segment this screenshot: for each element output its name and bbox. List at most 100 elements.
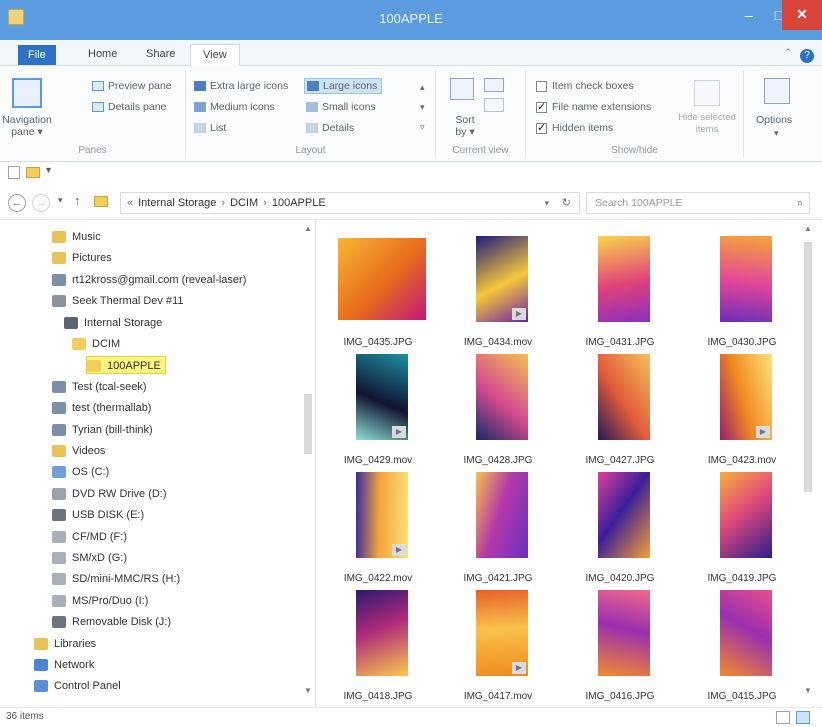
nav-item-label: MS/Pro/Duo (I:) [72, 594, 149, 607]
file-tile[interactable]: IMG_0428.JPG [438, 348, 558, 466]
search-icon[interactable]: ⌕ [797, 193, 803, 213]
item-check-boxes-option[interactable]: Item check boxes [536, 80, 634, 92]
file-tile[interactable]: IMG_0419.JPG [682, 466, 802, 584]
hide-selected-button[interactable]: Hide selected items [674, 112, 740, 136]
options-button[interactable]: Options [756, 114, 792, 126]
layout-expand-icon[interactable]: ▿ [420, 122, 425, 133]
layout-scroll-down-icon[interactable]: ▾ [420, 102, 425, 113]
nav-item[interactable]: USB DISK (E:) [52, 506, 144, 524]
nav-item[interactable]: Pictures [52, 249, 112, 267]
nav-item[interactable]: CF/MD (F:) [52, 528, 127, 546]
nav-item[interactable]: Seek Thermal Dev #11 [52, 292, 183, 310]
nav-item[interactable]: rt12kross@gmail.com (reveal-laser) [52, 271, 246, 289]
file-tile[interactable]: IMG_0435.JPG [318, 230, 438, 348]
file-tile[interactable]: IMG_0415.JPG [682, 584, 802, 702]
nav-item[interactable]: SD/mini-MMC/RS (H:) [52, 570, 180, 588]
breadcrumb-internal-storage[interactable]: Internal Storage [138, 197, 216, 209]
scroll-down-icon[interactable]: ▼ [302, 686, 314, 695]
item-check-boxes-checkbox[interactable] [536, 80, 547, 92]
large-icons-option[interactable]: Large icons [304, 78, 383, 94]
extra-large-icons-option[interactable]: Extra large icons [194, 80, 288, 92]
close-button[interactable]: ✕ [782, 0, 822, 30]
preview-pane-button[interactable]: Preview pane [92, 80, 172, 92]
help-icon[interactable]: ? [800, 49, 814, 63]
properties-icon[interactable] [8, 166, 20, 179]
details-option[interactable]: Details [306, 122, 354, 134]
layout-scroll-up-icon[interactable]: ▴ [420, 82, 425, 93]
file-tile[interactable]: ▶ IMG_0434.mov [438, 230, 558, 348]
sort-by-button[interactable]: Sort by ▾ [450, 114, 480, 138]
navigation-pane-button[interactable]: Navigation pane ▾ [2, 114, 52, 138]
file-tile[interactable]: IMG_0427.JPG [560, 348, 680, 466]
new-folder-icon[interactable] [26, 167, 40, 178]
file-tile[interactable]: ▶ IMG_0429.mov [318, 348, 438, 466]
nav-item[interactable]: MS/Pro/Duo (I:) [52, 592, 148, 610]
file-name-extensions-checkbox[interactable] [536, 100, 547, 113]
scroll-down-icon[interactable]: ▼ [802, 686, 814, 695]
options-dropdown-icon[interactable]: ▾ [774, 128, 779, 139]
content-scrollbar[interactable]: ▲ ▼ [802, 224, 814, 700]
nav-item[interactable]: Libraries [34, 635, 96, 653]
nav-item[interactable]: Network [34, 656, 94, 674]
nav-item[interactable]: Test (tcal-seek) [52, 378, 147, 396]
address-dropdown-icon[interactable]: ▾ [544, 193, 549, 213]
nav-item[interactable]: DCIM [72, 335, 120, 353]
forward-button[interactable]: → [32, 194, 50, 212]
add-columns-icon[interactable] [484, 78, 504, 92]
size-columns-icon[interactable] [484, 98, 504, 112]
nav-item[interactable]: Tyrian (bill-think) [52, 421, 153, 439]
nav-scroll-thumb[interactable] [304, 394, 312, 454]
customize-toolbar-icon[interactable]: ▾ [46, 165, 51, 176]
group-by-icon[interactable] [450, 78, 474, 100]
refresh-icon[interactable]: ↻ [562, 193, 571, 213]
search-input[interactable]: Search 100APPLE ⌕ [586, 192, 810, 214]
nav-item[interactable]: OS (C:) [52, 463, 109, 481]
collapse-ribbon-icon[interactable]: ˆ [786, 46, 790, 61]
file-tile[interactable]: ▶ IMG_0417.mov [438, 584, 558, 702]
scroll-up-icon[interactable]: ▲ [802, 224, 814, 233]
tab-share[interactable]: Share [134, 44, 187, 66]
address-bar[interactable]: «Internal Storage › DCIM › 100APPLE ▾ ↻ [120, 192, 580, 214]
up-button[interactable]: ↑ [74, 193, 81, 208]
minimize-button[interactable]: – [732, 4, 766, 28]
tab-home[interactable]: Home [76, 44, 129, 66]
list-option[interactable]: List [194, 122, 226, 134]
nav-item[interactable]: Music [52, 228, 101, 246]
back-button[interactable]: ← [8, 194, 26, 212]
nav-scrollbar[interactable]: ▲ ▼ [302, 224, 314, 700]
file-tile[interactable]: IMG_0431.JPG [560, 230, 680, 348]
nav-item[interactable]: Videos [52, 442, 105, 460]
breadcrumb-100apple[interactable]: 100APPLE [272, 197, 326, 209]
tab-file[interactable]: File [18, 45, 56, 65]
breadcrumb-dcim[interactable]: DCIM [230, 197, 258, 209]
nav-item[interactable]: Internal Storage [64, 314, 162, 332]
hidden-items-option[interactable]: Hidden items [536, 121, 613, 134]
recent-locations-icon[interactable]: ▾ [58, 195, 63, 206]
file-tile[interactable]: ▶ IMG_0423.mov [682, 348, 802, 466]
file-tile[interactable]: IMG_0420.JPG [560, 466, 680, 584]
file-tile[interactable]: IMG_0421.JPG [438, 466, 558, 584]
nav-item[interactable]: DVD RW Drive (D:) [52, 485, 167, 503]
thermal-thumbnail [476, 472, 528, 558]
hidden-items-checkbox[interactable] [536, 121, 547, 134]
content-scroll-thumb[interactable] [804, 242, 812, 492]
details-view-toggle-icon[interactable] [776, 711, 790, 724]
nav-item[interactable]: Control Panel [34, 677, 121, 695]
navigation-pane-icon [12, 78, 42, 108]
file-name-extensions-option[interactable]: File name extensions [536, 100, 651, 113]
scroll-up-icon[interactable]: ▲ [302, 224, 314, 233]
thermal-thumbnail [598, 354, 650, 440]
file-tile[interactable]: IMG_0430.JPG [682, 230, 802, 348]
file-tile[interactable]: ▶ IMG_0422.mov [318, 466, 438, 584]
nav-item[interactable]: 100APPLE [86, 356, 166, 375]
small-icons-option[interactable]: Small icons [306, 101, 376, 113]
tab-view[interactable]: View [190, 44, 240, 66]
medium-icons-option[interactable]: Medium icons [194, 101, 275, 113]
file-tile[interactable]: IMG_0418.JPG [318, 584, 438, 702]
nav-item[interactable]: SM/xD (G:) [52, 549, 127, 567]
nav-item[interactable]: test (thermallab) [52, 399, 151, 417]
details-pane-button[interactable]: Details pane [92, 101, 166, 113]
large-icons-view-toggle-icon[interactable] [796, 711, 810, 724]
nav-item[interactable]: Removable Disk (J:) [52, 613, 171, 631]
file-tile[interactable]: IMG_0416.JPG [560, 584, 680, 702]
